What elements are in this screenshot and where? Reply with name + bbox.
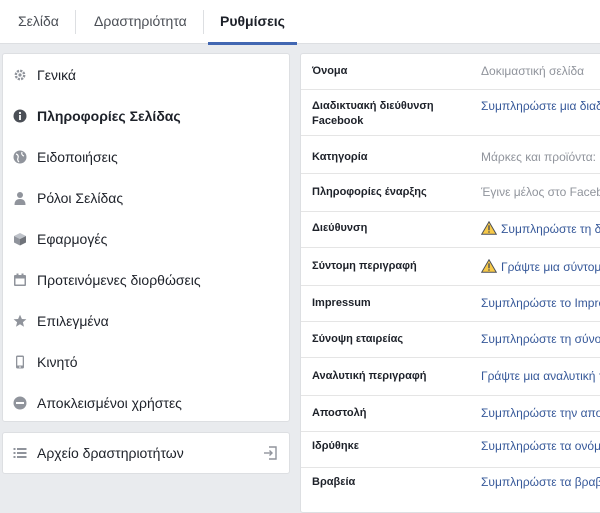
- menu-item-label: Ειδοποιήσεις: [37, 148, 118, 165]
- menu-item-suggested-edits[interactable]: Προτεινόμενες διορθώσεις: [3, 259, 289, 300]
- info-row-name[interactable]: Όνομα Δοκιμαστική σελίδα: [301, 54, 600, 90]
- info-row-value[interactable]: Γράψτε μια αναλυτική περιγραφή: [481, 369, 600, 384]
- info-row-label: Impressum: [312, 297, 371, 309]
- tab-page[interactable]: Σελίδα: [6, 0, 71, 44]
- info-row-value-text: Γράψτε μια σύντομη περιγραφή: [501, 260, 600, 274]
- menu-item-activity-log[interactable]: Αρχείο δραστηριοτήτων: [3, 433, 289, 473]
- gear-icon: [13, 68, 27, 82]
- info-row-value: Μάρκες και προϊόντα: Ηλεκτρονικά: [481, 150, 600, 164]
- export-icon[interactable]: [263, 446, 277, 460]
- tab-divider: [203, 10, 204, 34]
- info-row-impressum[interactable]: Impressum Συμπληρώστε το Impressum: [301, 286, 600, 322]
- info-row-label: Σύνοψη εταιρείας: [312, 333, 404, 345]
- info-row-web-address[interactable]: Διαδικτυακή διεύθυνση Facebook Συμπληρώσ…: [301, 90, 600, 136]
- info-row-value[interactable]: Συμπληρώστε το Impressum: [481, 296, 600, 311]
- info-row-value[interactable]: Συμπληρώστε τη σύνοψη: [481, 332, 600, 347]
- menu-item-label: Ρόλοι Σελίδας: [37, 189, 124, 206]
- menu-item-label: Αρχείο δραστηριοτήτων: [37, 445, 184, 461]
- blocked-icon: [13, 396, 27, 410]
- info-row-label: Πληροφορίες έναρξης: [312, 186, 427, 198]
- info-row-label: Κατηγορία: [312, 151, 368, 163]
- info-row-label: Ιδρύθηκε: [312, 440, 359, 452]
- tab-activity[interactable]: Δραστηριότητα: [82, 0, 199, 44]
- menu-item-label: Εφαρμογές: [37, 230, 108, 247]
- tab-divider: [75, 10, 76, 34]
- tab-settings[interactable]: Ρυθμίσεις: [208, 0, 297, 45]
- info-row-short-description[interactable]: Σύντομη περιγραφή Γράψτε μια σύντομη περ…: [301, 248, 600, 286]
- info-row-awards[interactable]: Βραβεία Συμπληρώστε τα βραβεία: [301, 468, 600, 512]
- mobile-icon: [13, 355, 27, 369]
- menu-item-blocked-users[interactable]: Αποκλεισμένοι χρήστες: [3, 382, 289, 423]
- menu-item-featured[interactable]: Επιλεγμένα: [3, 300, 289, 341]
- info-row-value[interactable]: Συμπληρώστε τη διεύθυνση: [481, 221, 600, 237]
- calendar-icon: [13, 273, 27, 287]
- info-row-address[interactable]: Διεύθυνση Συμπληρώστε τη διεύθυνση: [301, 212, 600, 248]
- settings-menu: Γενικά Πληροφορίες Σελίδας Ειδοποιήσεις …: [2, 53, 290, 422]
- activity-log-box: Αρχείο δραστηριοτήτων: [2, 432, 290, 474]
- menu-item-label: Πληροφορίες Σελίδας: [37, 107, 181, 124]
- info-icon: [13, 109, 27, 123]
- menu-item-page-roles[interactable]: Ρόλοι Σελίδας: [3, 177, 289, 218]
- info-row-value: Έγινε μέλος στο Facebook: [481, 185, 600, 199]
- info-row-start-info[interactable]: Πληροφορίες έναρξης Έγινε μέλος στο Face…: [301, 174, 600, 212]
- menu-item-label: Επιλεγμένα: [37, 312, 109, 329]
- person-icon: [13, 191, 27, 205]
- page-info-panel: Όνομα Δοκιμαστική σελίδα Διαδικτυακή διε…: [300, 53, 600, 513]
- star-icon: [13, 314, 27, 328]
- info-row-value: Δοκιμαστική σελίδα: [481, 64, 585, 78]
- globe-icon: [13, 150, 27, 164]
- menu-item-label: Κινητό: [37, 353, 78, 370]
- menu-item-page-info[interactable]: Πληροφορίες Σελίδας: [3, 95, 289, 136]
- info-row-label: Αναλυτική περιγραφή: [312, 370, 427, 382]
- info-row-company-overview[interactable]: Σύνοψη εταιρείας Συμπληρώστε τη σύνοψη: [301, 322, 600, 358]
- info-row-value[interactable]: Γράψτε μια σύντομη περιγραφή: [481, 259, 600, 275]
- menu-item-label: Αποκλεισμένοι χρήστες: [37, 394, 182, 411]
- menu-item-notifications[interactable]: Ειδοποιήσεις: [3, 136, 289, 177]
- info-row-category[interactable]: Κατηγορία Μάρκες και προϊόντα: Ηλεκτρονι…: [301, 136, 600, 174]
- info-row-long-description[interactable]: Αναλυτική περιγραφή Γράψτε μια αναλυτική…: [301, 358, 600, 396]
- info-row-founded[interactable]: Ιδρύθηκε Συμπληρώστε τα ονόματα: [301, 432, 600, 468]
- menu-item-general[interactable]: Γενικά: [3, 54, 289, 95]
- page-tab-bar: Σελίδα Δραστηριότητα Ρυθμίσεις: [0, 0, 600, 45]
- info-row-value[interactable]: Συμπληρώστε μια διαδικτυακή διεύθυνση: [481, 99, 600, 114]
- info-row-label: Σύντομη περιγραφή: [312, 260, 417, 272]
- menu-item-mobile[interactable]: Κινητό: [3, 341, 289, 382]
- menu-item-apps[interactable]: Εφαρμογές: [3, 218, 289, 259]
- info-row-value[interactable]: Συμπληρώστε τα ονόματα: [481, 439, 600, 454]
- cube-icon: [13, 232, 27, 246]
- info-row-label: Βραβεία: [312, 476, 356, 488]
- info-row-label: Αποστολή: [312, 407, 367, 419]
- info-row-label: Όνομα: [312, 65, 348, 77]
- info-row-value[interactable]: Συμπληρώστε τα βραβεία: [481, 475, 600, 490]
- info-row-value-text: Συμπληρώστε τη διεύθυνση: [501, 222, 600, 236]
- info-row-mission[interactable]: Αποστολή Συμπληρώστε την αποστολή: [301, 396, 600, 432]
- menu-item-label: Προτεινόμενες διορθώσεις: [37, 271, 201, 288]
- menu-item-label: Γενικά: [37, 66, 76, 83]
- info-row-label: Διεύθυνση: [312, 222, 368, 234]
- warning-icon: [481, 221, 498, 235]
- info-row-value[interactable]: Συμπληρώστε την αποστολή: [481, 406, 600, 421]
- warning-icon: [481, 259, 498, 273]
- list-icon: [13, 446, 27, 460]
- info-row-label: Διαδικτυακή διεύθυνση Facebook: [312, 100, 434, 127]
